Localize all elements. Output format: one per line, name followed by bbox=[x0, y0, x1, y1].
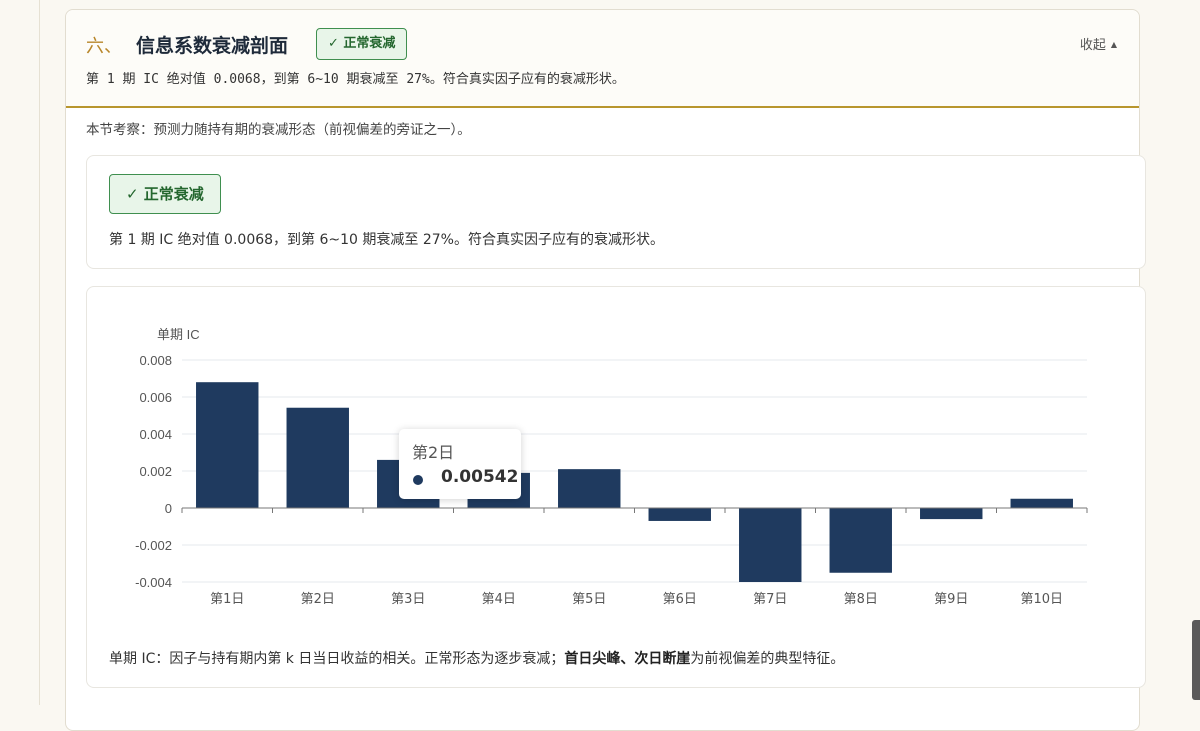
section-header: 六、 信息系数衰减剖面 ✓ 正常衰减 收起 ▲ 第 1 期 IC 绝对值 0.00… bbox=[66, 10, 1139, 108]
x-tick-label: 第3日 bbox=[391, 592, 425, 607]
chart-tooltip: 第2日 0.00542 bbox=[399, 429, 521, 499]
y-axis-title: 单期 IC bbox=[157, 327, 200, 342]
x-tick-label: 第10日 bbox=[1020, 592, 1063, 607]
chart-card: 0.008 0.006 0.004 0.002 0 -0.002 -0.004 单期 IC 第1… bbox=[86, 286, 1146, 688]
y-tick-label: 0.004 bbox=[139, 427, 172, 442]
y-tick-label: 0.006 bbox=[139, 390, 172, 405]
x-tick-label: 第1日 bbox=[210, 592, 244, 607]
collapse-label[interactable]: 收起 bbox=[1080, 38, 1106, 53]
x-tick-label: 第8日 bbox=[844, 592, 878, 607]
chart-footnote: 单期 IC：因子与持有期内第 k 日当日收益的相关。正常形态为逐步衰减；首日尖峰… bbox=[109, 648, 844, 668]
chart-bar bbox=[286, 407, 349, 508]
scrollbar-handle[interactable] bbox=[1192, 620, 1200, 700]
chart-bar bbox=[920, 508, 983, 520]
chart-bar bbox=[739, 508, 802, 582]
footnote-suffix: 为前视偏差的典型特征。 bbox=[690, 651, 845, 667]
page-left-rule bbox=[39, 0, 40, 705]
x-tick-label: 第7日 bbox=[753, 592, 787, 607]
x-tick-label: 第9日 bbox=[934, 592, 968, 607]
x-tick-label: 第2日 bbox=[301, 592, 335, 607]
footnote-prefix: 单期 IC：因子与持有期内第 k 日当日收益的相关。正常形态为逐步衰减； bbox=[109, 651, 565, 667]
section-title: 信息系数衰减剖面 bbox=[136, 35, 289, 57]
y-tick-label: -0.002 bbox=[135, 538, 172, 553]
section-intro: 本节考察：预测力随持有期的衰减形态（前视偏差的旁证之一）。 bbox=[86, 122, 471, 138]
series-dot-icon bbox=[413, 475, 423, 485]
y-tick-label: 0 bbox=[165, 501, 172, 516]
chart-bar bbox=[829, 508, 892, 573]
section-summary: 第 1 期 IC 绝对值 0.0068，到第 6~10 期衰减至 27%。符合真… bbox=[86, 72, 625, 87]
ic-decay-chart: 0.008 0.006 0.004 0.002 0 -0.002 -0.004 单期 IC 第1… bbox=[135, 327, 1088, 607]
verdict-card: ✓ 正常衰减 第 1 期 IC 绝对值 0.0068，到第 6~10 期衰减至 … bbox=[86, 155, 1146, 269]
chart-bar bbox=[1010, 498, 1073, 508]
tooltip-title: 第2日 bbox=[412, 443, 455, 462]
y-tick-label: 0.002 bbox=[139, 464, 172, 479]
verdict-text: 第 1 期 IC 绝对值 0.0068，到第 6~10 期衰减至 27%。符合真… bbox=[109, 232, 664, 248]
caret-up-icon: ▲ bbox=[1110, 40, 1117, 49]
chart-bar bbox=[558, 469, 621, 508]
y-tick-label: -0.004 bbox=[135, 575, 172, 590]
y-tick-label: 0.008 bbox=[139, 353, 172, 368]
section-number: 六、 bbox=[86, 36, 122, 57]
x-tick-label: 第5日 bbox=[572, 592, 606, 607]
status-badge: ✓ 正常衰减 bbox=[316, 28, 408, 60]
chart-bar bbox=[196, 382, 259, 508]
x-tick-label: 第4日 bbox=[482, 592, 516, 607]
verdict-badge: ✓ 正常衰减 bbox=[109, 174, 221, 214]
tooltip-value: 0.00542 bbox=[441, 467, 519, 487]
footnote-emphasis: 首日尖峰、次日断崖 bbox=[564, 651, 691, 667]
collapse-button[interactable]: 收起 ▲ bbox=[1080, 34, 1117, 53]
x-tick-label: 第6日 bbox=[663, 592, 697, 607]
decay-section: 六、 信息系数衰减剖面 ✓ 正常衰减 收起 ▲ 第 1 期 IC 绝对值 0.00… bbox=[65, 9, 1146, 731]
chart-bar bbox=[648, 508, 711, 521]
